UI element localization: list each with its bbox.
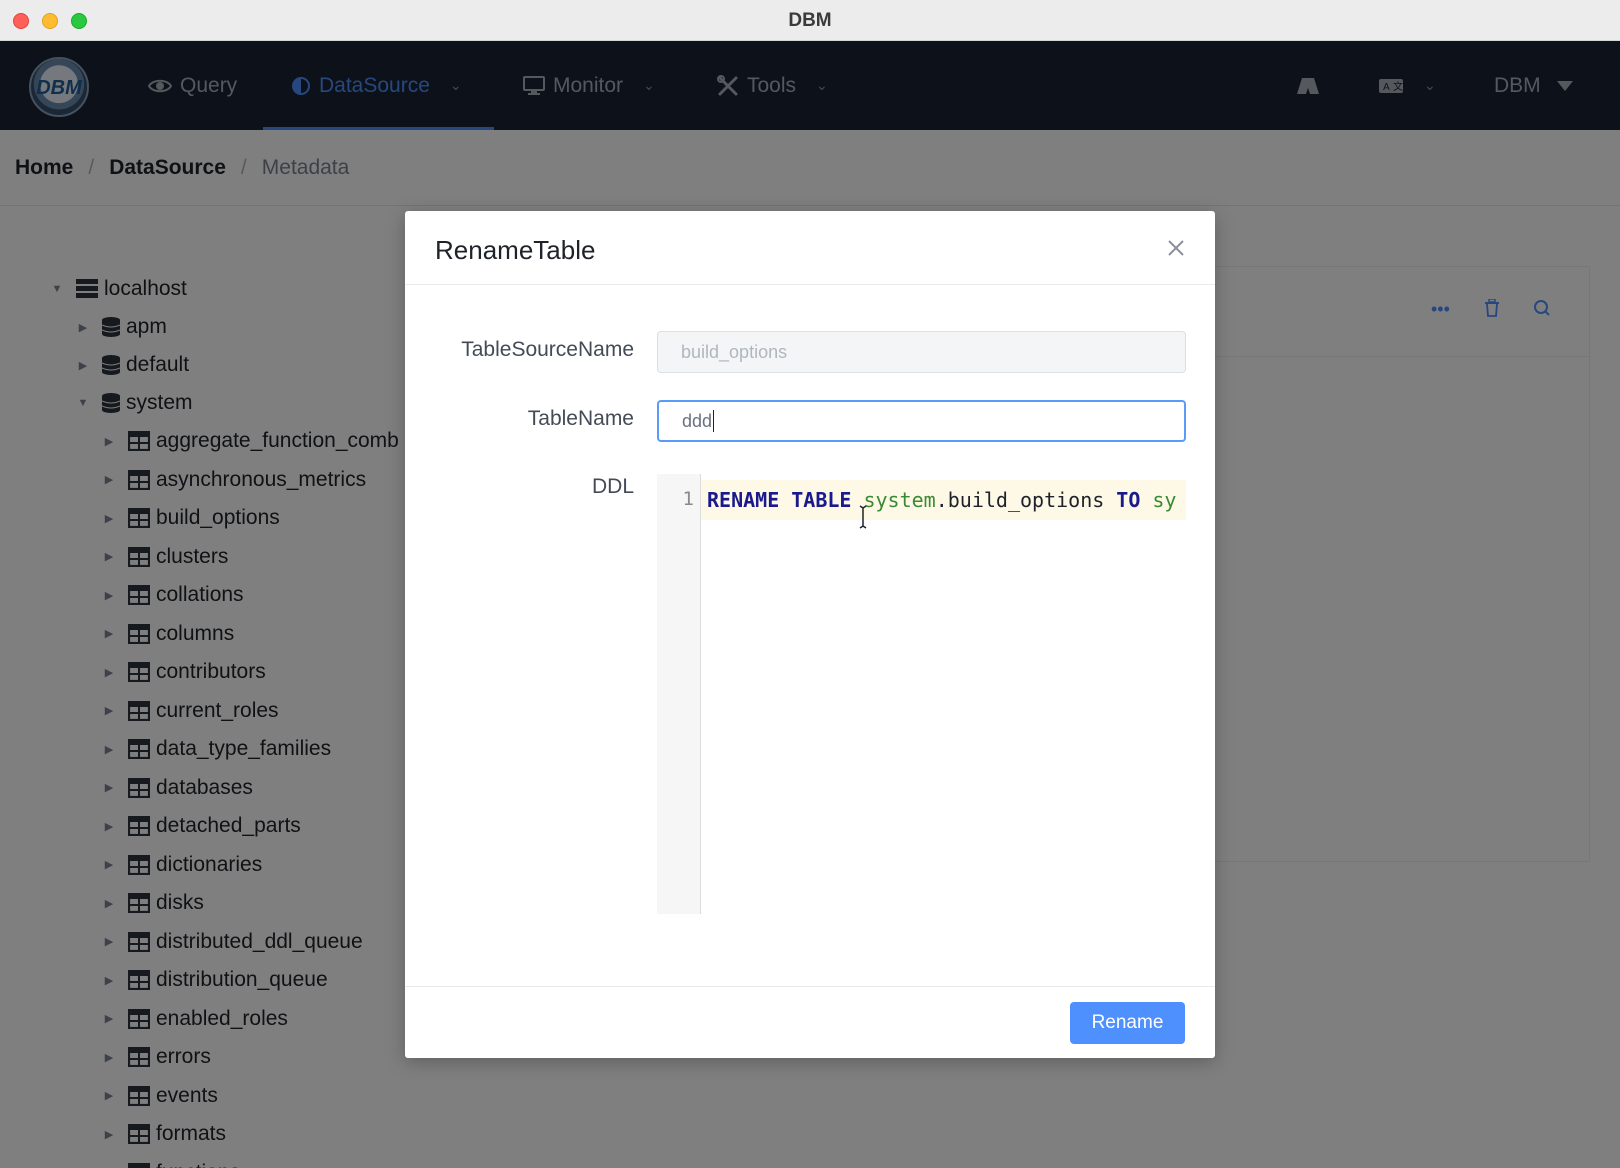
table-name-label: TableName bbox=[527, 407, 634, 430]
source-name-value: build_options bbox=[681, 341, 788, 362]
code-line[interactable]: RENAME TABLE system .build_options TO sy bbox=[701, 480, 1186, 520]
keyword-rename: RENAME bbox=[707, 488, 780, 512]
window-title: DBM bbox=[788, 10, 832, 31]
rename-table-dialog: RenameTable TableSourceName build_option… bbox=[405, 211, 1215, 1058]
table-name-value: ddd bbox=[682, 410, 713, 431]
table-name-input[interactable]: ddd bbox=[657, 400, 1186, 442]
window-titlebar: DBM bbox=[0, 0, 1620, 41]
rename-button[interactable]: Rename bbox=[1070, 1002, 1185, 1044]
source-name-label: TableSourceName bbox=[461, 338, 634, 361]
line-number: 1 bbox=[682, 488, 694, 510]
table-token: .build_options bbox=[935, 488, 1105, 512]
text-cursor-icon bbox=[859, 505, 867, 529]
database-token: system bbox=[863, 488, 936, 512]
dialog-header: RenameTable bbox=[405, 211, 1215, 285]
ddl-label: DDL bbox=[591, 475, 634, 498]
source-name-input: build_options bbox=[657, 331, 1186, 373]
dialog-title: RenameTable bbox=[435, 235, 596, 265]
dialog-footer: Rename bbox=[405, 986, 1215, 1058]
ddl-editor[interactable]: 1 RENAME TABLE system .build_options TO s… bbox=[657, 474, 1186, 914]
editor-gutter: 1 bbox=[657, 474, 701, 914]
keyword-table: TABLE bbox=[791, 488, 852, 512]
keyword-to: TO bbox=[1116, 488, 1141, 512]
text-caret bbox=[713, 410, 715, 432]
close-icon[interactable] bbox=[1163, 235, 1189, 261]
database-token-truncated: sy bbox=[1152, 488, 1177, 512]
